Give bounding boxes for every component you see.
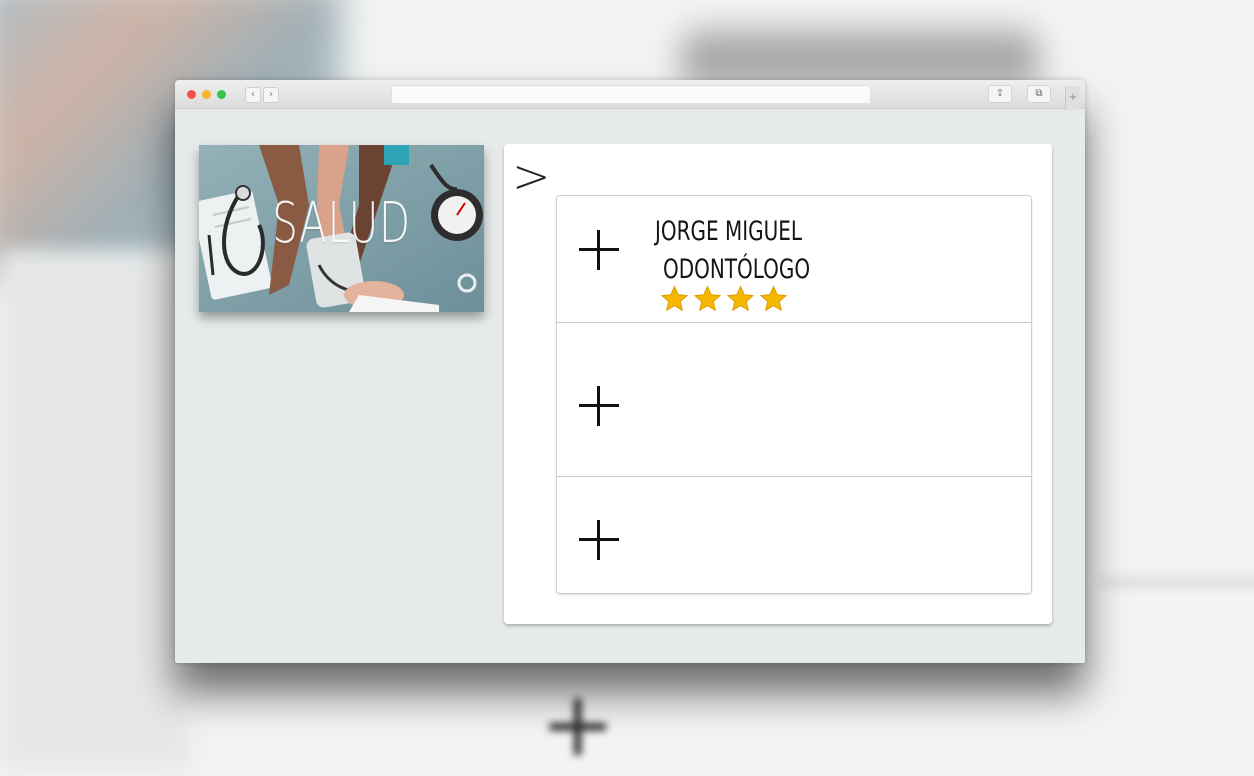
browser-window: ‹ › ⇪ ⧉ + SALUD > JORGE MIGUEL ODONTÓLOG…: [175, 80, 1085, 663]
doctor-list-panel: > JORGE MIGUEL ODONTÓLOGO: [504, 144, 1052, 624]
forward-button[interactable]: ›: [263, 87, 279, 103]
close-window-button[interactable]: [187, 90, 196, 99]
doctor-list: JORGE MIGUEL ODONTÓLOGO: [556, 195, 1032, 594]
new-tab-button[interactable]: +: [1065, 86, 1080, 110]
category-card-salud[interactable]: SALUD: [199, 145, 484, 312]
plus-icon[interactable]: [579, 230, 619, 270]
browser-titlebar: ‹ › ⇪ ⧉ +: [175, 80, 1085, 110]
star-icon: [726, 285, 755, 312]
list-item[interactable]: [557, 323, 1031, 477]
share-icon[interactable]: ⇪: [988, 85, 1012, 103]
background-plus-icon: +: [540, 672, 616, 776]
address-bar[interactable]: [391, 85, 871, 104]
category-title: SALUD: [272, 191, 411, 256]
back-button[interactable]: ‹: [245, 87, 261, 103]
star-icon: [660, 285, 689, 312]
star-icon: [693, 285, 722, 312]
background-panel: [0, 250, 190, 770]
star-rating: [659, 284, 789, 314]
list-item[interactable]: JORGE MIGUEL ODONTÓLOGO: [557, 196, 1031, 323]
background-divider: [1100, 575, 1254, 589]
doctor-name: JORGE MIGUEL: [655, 216, 802, 247]
plus-icon[interactable]: [579, 520, 619, 560]
tabs-icon[interactable]: ⧉: [1027, 85, 1051, 103]
plus-icon[interactable]: [579, 386, 619, 426]
doctor-specialty: ODONTÓLOGO: [663, 254, 811, 285]
list-item[interactable]: [557, 477, 1031, 593]
chevron-right-icon[interactable]: >: [512, 148, 551, 204]
star-icon: [759, 285, 788, 312]
minimize-window-button[interactable]: [202, 90, 211, 99]
maximize-window-button[interactable]: [217, 90, 226, 99]
